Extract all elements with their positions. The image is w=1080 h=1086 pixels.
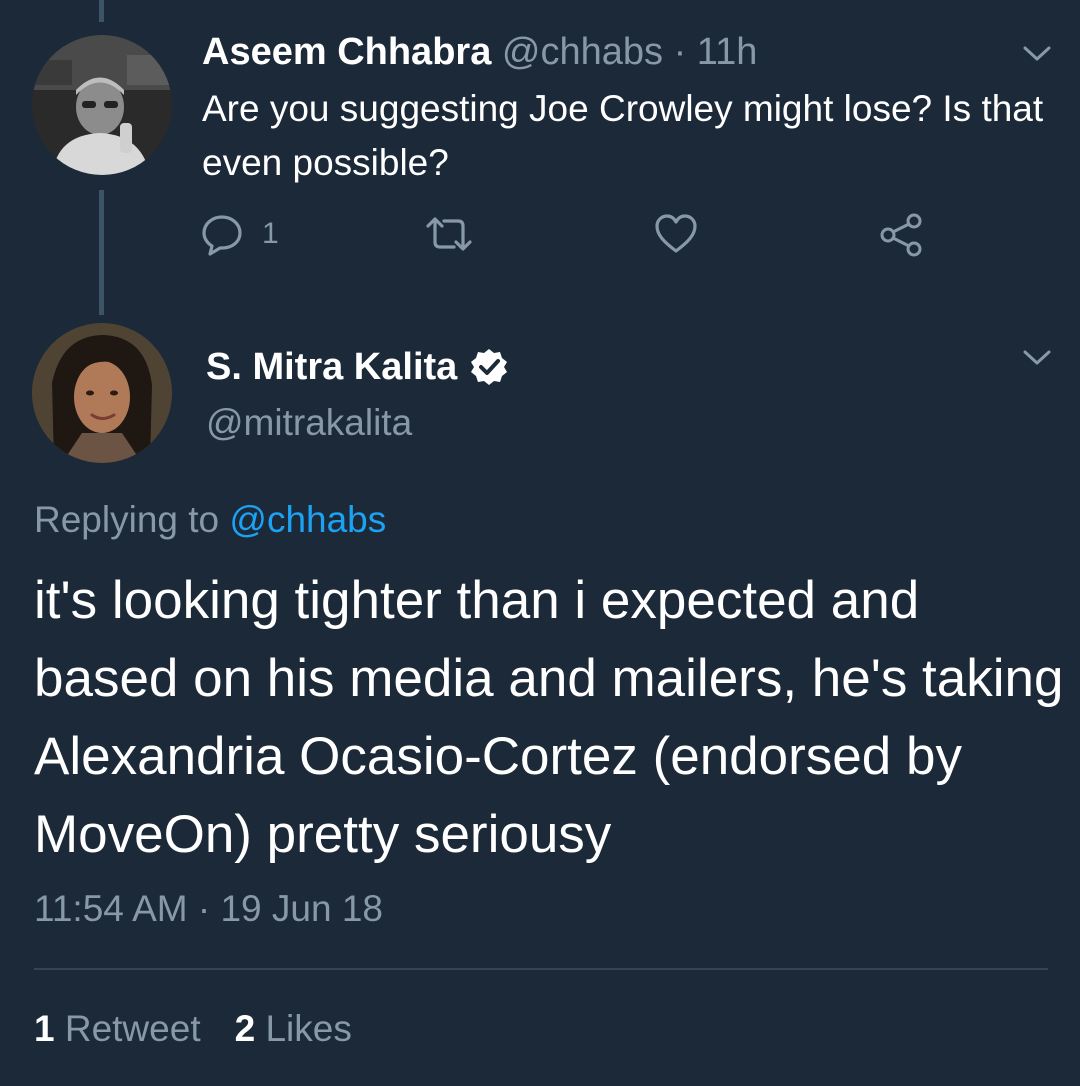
tweet-text: it's looking tighter than i expected and… [34, 571, 1064, 864]
replying-prefix: Replying to [34, 499, 220, 540]
thread-line [99, 190, 104, 315]
reply-icon [202, 215, 242, 256]
like-count: 2 [234, 1008, 256, 1049]
author-handle[interactable]: @chhabs [502, 31, 663, 73]
retweet-label: Retweet [64, 1008, 201, 1049]
heart-icon [655, 214, 697, 253]
retweet-count: 1 [34, 1008, 55, 1049]
share-button[interactable] [878, 212, 924, 258]
avatar[interactable] [32, 35, 172, 175]
reply-mention-link[interactable]: @chhabs [229, 499, 386, 540]
chevron-down-icon [1023, 350, 1051, 365]
replying-to: Replying to @chhabs [34, 495, 386, 545]
author-name[interactable]: S. Mitra Kalita [206, 342, 457, 392]
thread-line-top [99, 0, 104, 22]
verified-badge-icon [471, 349, 508, 385]
reply-count: 1 [262, 217, 279, 250]
author-name[interactable]: Aseem Chhabra [202, 31, 491, 73]
tweet-stats: 1 Retweet 2 Likes [34, 1004, 352, 1054]
retweet-button[interactable] [424, 212, 474, 256]
tweet-menu-button[interactable] [1022, 348, 1052, 368]
author-handle[interactable]: @mitrakalita [206, 398, 412, 448]
tweet-time[interactable]: 11h [697, 31, 758, 73]
divider [34, 968, 1048, 970]
tweet-text: Are you suggesting Joe Crowley might los… [202, 88, 1044, 183]
tweet-timestamp[interactable]: 11:54 AM · 19 Jun 18 [34, 884, 383, 934]
author-name-row: S. Mitra Kalita [206, 342, 509, 392]
tweet-header: Aseem Chhabra @chhabs · 11h [202, 28, 757, 76]
reply-button[interactable]: 1 [200, 212, 279, 256]
retweets-link[interactable]: 1 Retweet [34, 1008, 201, 1049]
retweet-icon [426, 217, 472, 251]
tweet-menu-button[interactable] [1022, 44, 1052, 64]
avatar[interactable] [32, 323, 172, 463]
share-icon [880, 213, 922, 257]
chevron-down-icon [1023, 46, 1051, 61]
like-button[interactable] [654, 212, 698, 256]
likes-link[interactable]: 2 Likes [235, 1008, 352, 1049]
like-label: Likes [265, 1008, 352, 1049]
separator-dot: · [673, 31, 687, 73]
